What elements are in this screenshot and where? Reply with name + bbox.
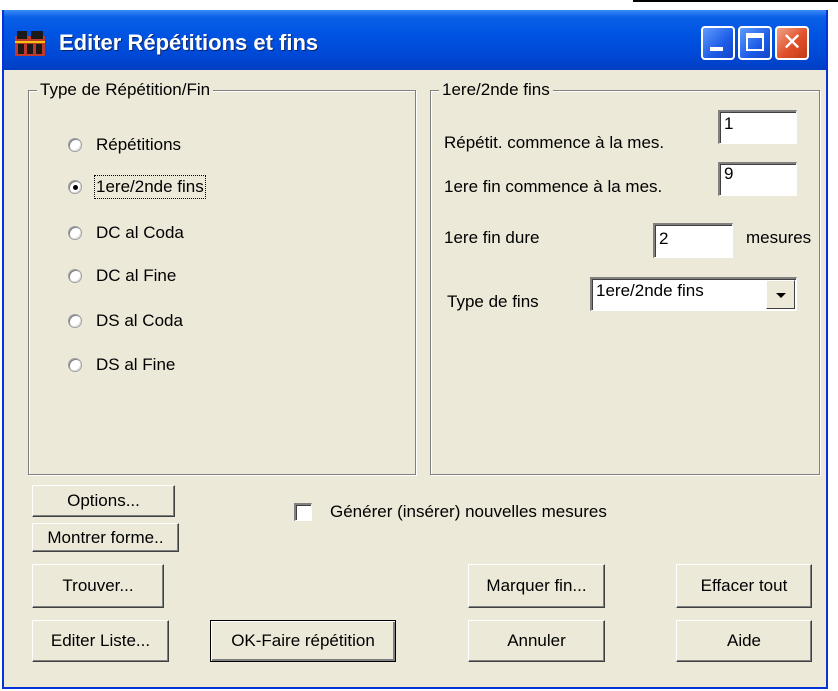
generate-measures-label: Générer (insérer) nouvelles mesures	[330, 502, 607, 521]
window-title: Editer Répétitions et fins	[59, 30, 319, 55]
maximize-icon	[746, 33, 764, 51]
radio-dc-al-fine[interactable]: DC al Fine	[68, 264, 176, 288]
radio-button[interactable]	[68, 314, 82, 328]
endings-type-select[interactable]: 1ere/2nde fins	[590, 277, 797, 311]
clear-all-button[interactable]: Effacer tout	[676, 564, 812, 608]
radio-label: DS al Coda	[96, 311, 183, 330]
radio-ds-al-coda[interactable]: DS al Coda	[68, 309, 183, 333]
radio-label: 1ere/2nde fins	[94, 175, 206, 199]
radio-button[interactable]	[68, 226, 82, 240]
radio-button[interactable]	[68, 358, 82, 372]
help-button[interactable]: Aide	[676, 620, 812, 662]
radio-button[interactable]	[68, 269, 82, 283]
radio-button[interactable]	[68, 138, 82, 152]
radio-button[interactable]	[68, 180, 82, 194]
top-edge-line	[633, 0, 838, 2]
dialog-window: Editer Répétitions et fins ✕ Type de Rép…	[2, 10, 828, 689]
generate-measures-checkbox-row[interactable]: Générer (insérer) nouvelles mesures	[294, 500, 607, 524]
show-form-button[interactable]: Montrer forme..	[32, 523, 179, 552]
radio-label: Répétitions	[96, 135, 182, 154]
cancel-button[interactable]: Annuler	[468, 620, 605, 662]
ok-repeat-button[interactable]: OK-Faire répétition	[210, 620, 396, 662]
radio-label: DC al Coda	[96, 223, 184, 242]
minimize-button[interactable]	[701, 26, 735, 60]
chevron-down-icon[interactable]	[766, 280, 795, 309]
radio-1ere-2nde-fins[interactable]: 1ere/2nde fins	[68, 175, 206, 199]
endings-type-label: Type de fins	[447, 292, 539, 311]
radio-repetitions[interactable]: Répétitions	[68, 133, 181, 157]
radio-dc-al-coda[interactable]: DC al Coda	[68, 221, 184, 245]
endings-type-value: 1ere/2nde fins	[596, 281, 704, 300]
radio-ds-al-fine[interactable]: DS al Fine	[68, 353, 175, 377]
first-end-duration-input[interactable]: 2	[653, 223, 733, 258]
minimize-icon	[710, 47, 723, 51]
title-bar[interactable]: Editer Répétitions et fins ✕	[4, 10, 826, 70]
duration-unit-label: mesures	[746, 228, 812, 247]
close-icon: ✕	[781, 29, 803, 56]
first-end-start-input[interactable]: 9	[718, 162, 797, 196]
repeat-start-label: Répétit. commence à la mes.	[444, 133, 665, 152]
options-button[interactable]: Options...	[32, 485, 175, 517]
first-end-start-label: 1ere fin commence à la mes.	[444, 177, 663, 196]
app-icon	[15, 31, 45, 56]
repeat-type-legend: Type de Répétition/Fin	[37, 80, 214, 100]
first-end-duration-label: 1ere fin dure	[444, 228, 540, 247]
repeat-start-input[interactable]: 1	[718, 110, 797, 144]
generate-measures-checkbox[interactable]	[294, 503, 312, 521]
endings-legend: 1ere/2nde fins	[439, 80, 553, 100]
radio-label: DS al Fine	[96, 355, 176, 374]
find-button[interactable]: Trouver...	[32, 564, 164, 608]
radio-label: DC al Fine	[96, 266, 177, 285]
mark-end-button[interactable]: Marquer fin...	[468, 564, 605, 608]
edit-list-button[interactable]: Editer Liste...	[32, 620, 169, 662]
close-button[interactable]: ✕	[775, 26, 809, 60]
maximize-button[interactable]	[738, 26, 772, 60]
